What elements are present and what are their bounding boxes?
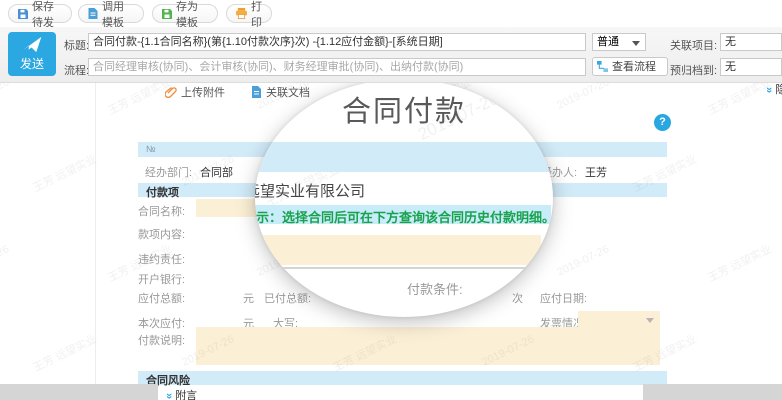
watermark-date: 2019-07-26 [555, 243, 611, 278]
no-label: № [146, 144, 156, 154]
left-divider [95, 82, 96, 384]
print-button[interactable]: 打印 [226, 4, 272, 23]
magnified-payment-terms-label: 付款条件: [407, 279, 463, 298]
use-template-label: 调用模板 [102, 0, 134, 30]
contract-payment-screen: 上传附件 关联文档 » 隐藏 ? № 经办部门: 合同部 经办人: 王芳 付款项… [0, 0, 782, 400]
dept-label: 经办部门: [145, 164, 192, 180]
view-flow-button[interactable]: 查看流程 [592, 57, 668, 76]
flow-label: 流程: [64, 62, 89, 78]
section-risk-title: 合同风险 [146, 372, 667, 388]
header-band: 发送 标题: 合同付款-{1.1合同名称}(第{1.10付款次序}次) -{1.… [0, 27, 782, 83]
bank-label: 开户银行: [138, 271, 185, 287]
help-icon[interactable]: ? [654, 114, 671, 131]
collapse-toggle[interactable]: » 隐藏 [766, 81, 782, 97]
print-icon [236, 8, 247, 19]
bottom-right-gray [643, 384, 782, 400]
current-due-label: 本次应付: [138, 315, 185, 331]
related-project-label: 关联项目: [670, 37, 717, 53]
postscript-toggle[interactable]: » 附言 [166, 387, 197, 400]
collapse-label: 隐藏 [775, 84, 782, 96]
double-chevron-icon: » [763, 87, 775, 93]
print-label: 打印 [251, 0, 262, 30]
save-template-button[interactable]: 存为模板 [152, 4, 218, 23]
priority-value: 普通 [597, 36, 619, 48]
section-risk-bar: 合同风险 [138, 371, 667, 385]
use-template-button[interactable]: 调用模板 [78, 4, 144, 23]
breach-label: 违约责任: [138, 251, 185, 267]
toolbar: 保存待发 调用模板 存为模板 打印 [0, 0, 782, 28]
save-icon [18, 9, 28, 19]
handler-value: 王芳 [585, 164, 607, 180]
magnified-hint-bar: 提示：选择合同后可在下方查询该合同历史付款明细。 [255, 205, 551, 224]
view-flow-label: 查看流程 [612, 59, 656, 75]
watermark-name: 王芳 远望实业 [705, 241, 774, 286]
send-label: 发送 [20, 55, 44, 72]
postscript-label: 附言 [175, 390, 197, 400]
paid-total-label: 已付总额: [264, 290, 311, 306]
paperclip-icon [165, 86, 177, 98]
magnified-underline [275, 267, 525, 269]
prearchive-input[interactable]: 无 [720, 58, 782, 76]
prearchive-label: 预归档到: [670, 62, 717, 78]
magnified-contract-input [257, 235, 541, 265]
priority-dropdown[interactable]: 普通 [592, 33, 646, 51]
watermark-name: 王芳 远望实业 [30, 331, 99, 376]
title-input[interactable]: 合同付款-{1.1合同名称}(第{1.10付款次序}次) -{1.12应付金额}… [88, 33, 586, 51]
total-due-label: 应付总额: [138, 290, 185, 306]
magnifier-lens: 2019-07-26 王芳 远望实业 合同付款 远望实业有限公司 提示：选择合同… [255, 79, 553, 317]
upload-attachment-label: 上传附件 [181, 84, 225, 100]
save-template-label: 存为模板 [176, 0, 208, 30]
double-chevron-icon: » [163, 393, 175, 399]
flow-input[interactable]: 合同经理审核(协同)、会计审核(协同)、财务经理审批(协同)、出纳付款(协同) [88, 58, 586, 76]
times-unit: 次 [512, 290, 523, 306]
magnified-company-name: 远望实业有限公司 [255, 180, 365, 201]
payment-note-label: 付款说明: [138, 332, 185, 348]
watermark-name: 王芳 远望实业 [30, 151, 99, 196]
save-pending-button[interactable]: 保存待发 [8, 4, 72, 23]
magnified-hint-text: 提示：选择合同后可在下方查询该合同历史付款明细。 [255, 207, 553, 226]
watermark-date: 2019-07-26 [0, 243, 11, 278]
save-pending-label: 保存待发 [32, 0, 62, 30]
paper-plane-icon [21, 36, 43, 53]
magnified-no-bar [255, 142, 553, 172]
payment-content-label: 款项内容: [138, 226, 185, 242]
template-icon [88, 8, 98, 19]
contract-name-label: 合同名称: [138, 203, 185, 219]
due-date-label: 应付日期: [540, 290, 587, 306]
save-as-icon [162, 9, 172, 19]
related-project-input[interactable]: 无 [720, 33, 782, 51]
send-button[interactable]: 发送 [8, 32, 56, 76]
flow-icon [597, 61, 608, 72]
upload-attachment-link[interactable]: 上传附件 [165, 84, 225, 100]
dept-value: 合同部 [200, 164, 233, 180]
bottom-left-gray [0, 384, 158, 400]
title-label: 标题: [64, 37, 89, 53]
chevron-down-icon [646, 318, 654, 323]
magnified-form-title: 合同付款 [255, 88, 553, 130]
chevron-down-icon [632, 41, 640, 46]
total-due-unit: 元 [243, 290, 254, 306]
payment-note-textarea[interactable] [196, 327, 660, 365]
